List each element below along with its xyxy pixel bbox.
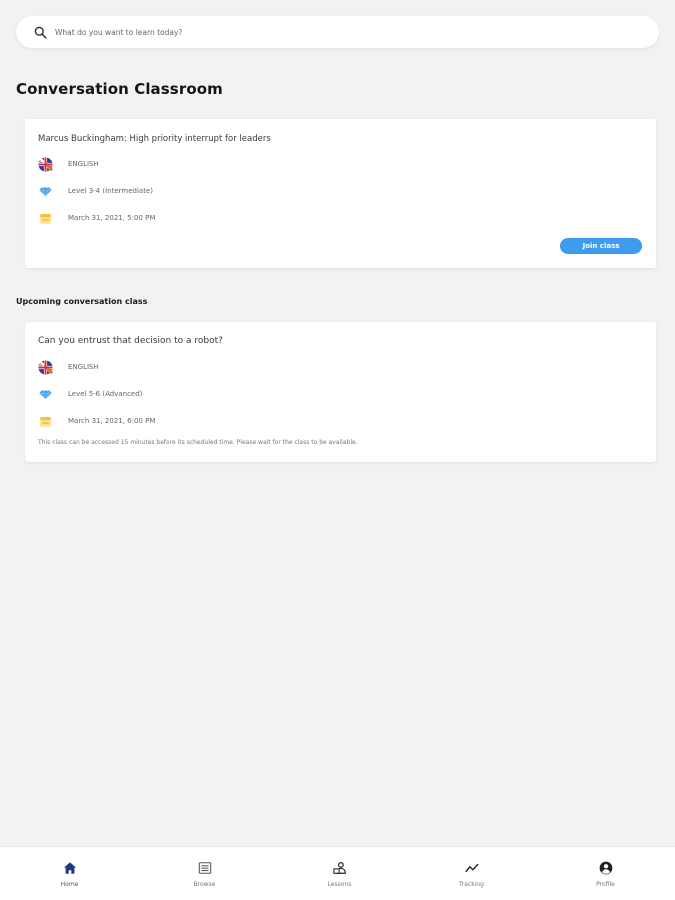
calendar-icon (38, 211, 53, 226)
page-title: Conversation Classroom (16, 80, 223, 98)
nav-label: Lessons (327, 881, 352, 888)
bottom-nav: Home Browse Lessons Tracking Profile (0, 846, 675, 900)
language-row: ENGLISH (38, 359, 99, 375)
home-icon (63, 862, 76, 874)
nav-label: Profile (596, 881, 615, 888)
class-language: ENGLISH (68, 363, 99, 371)
lessons-icon (332, 862, 346, 874)
class-language: ENGLISH (68, 160, 99, 168)
upcoming-heading: Upcoming conversation class (16, 297, 148, 306)
list-icon (198, 862, 211, 874)
level-row: Level 3-4 (Intermediate) (38, 184, 153, 199)
language-row: ENGLISH (38, 156, 99, 172)
search-icon (34, 26, 47, 39)
nav-label: Home (60, 881, 79, 888)
class-title: Can you entrust that decision to a robot… (38, 336, 223, 346)
date-row: March 31, 2021, 5:00 PM (38, 211, 155, 226)
profile-icon (599, 861, 612, 875)
class-title: Marcus Buckingham: High priority interru… (38, 134, 271, 144)
calendar-icon (38, 414, 53, 429)
availability-notice: This class can be accessed 15 minutes be… (38, 439, 358, 446)
search-bar[interactable] (16, 16, 659, 48)
live-class-card: Marcus Buckingham: High priority interru… (25, 119, 656, 268)
class-level: Level 5-6 (Advanced) (68, 390, 143, 398)
date-row: March 31, 2021, 6:00 PM (38, 414, 155, 429)
english-flag-icon (38, 156, 53, 172)
diamond-icon (38, 184, 53, 199)
nav-item-tracking[interactable]: Tracking (404, 847, 539, 900)
class-datetime: March 31, 2021, 6:00 PM (68, 417, 156, 425)
english-flag-icon (38, 359, 53, 375)
nav-item-profile[interactable]: Profile (538, 847, 673, 900)
search-input[interactable] (55, 27, 615, 37)
class-level: Level 3-4 (Intermediate) (68, 187, 153, 195)
class-datetime: March 31, 2021, 5:00 PM (68, 214, 156, 222)
upcoming-class-card: Can you entrust that decision to a robot… (25, 322, 656, 462)
nav-label: Browse (193, 881, 216, 888)
level-row: Level 5-6 (Advanced) (38, 387, 142, 402)
nav-item-lessons[interactable]: Lessons (272, 847, 407, 900)
trend-icon (464, 863, 479, 873)
nav-item-browse[interactable]: Browse (137, 847, 272, 900)
join-class-button[interactable]: Join class (560, 238, 642, 254)
nav-item-home[interactable]: Home (2, 847, 137, 900)
diamond-icon (38, 387, 53, 402)
nav-label: Tracking (459, 881, 484, 888)
